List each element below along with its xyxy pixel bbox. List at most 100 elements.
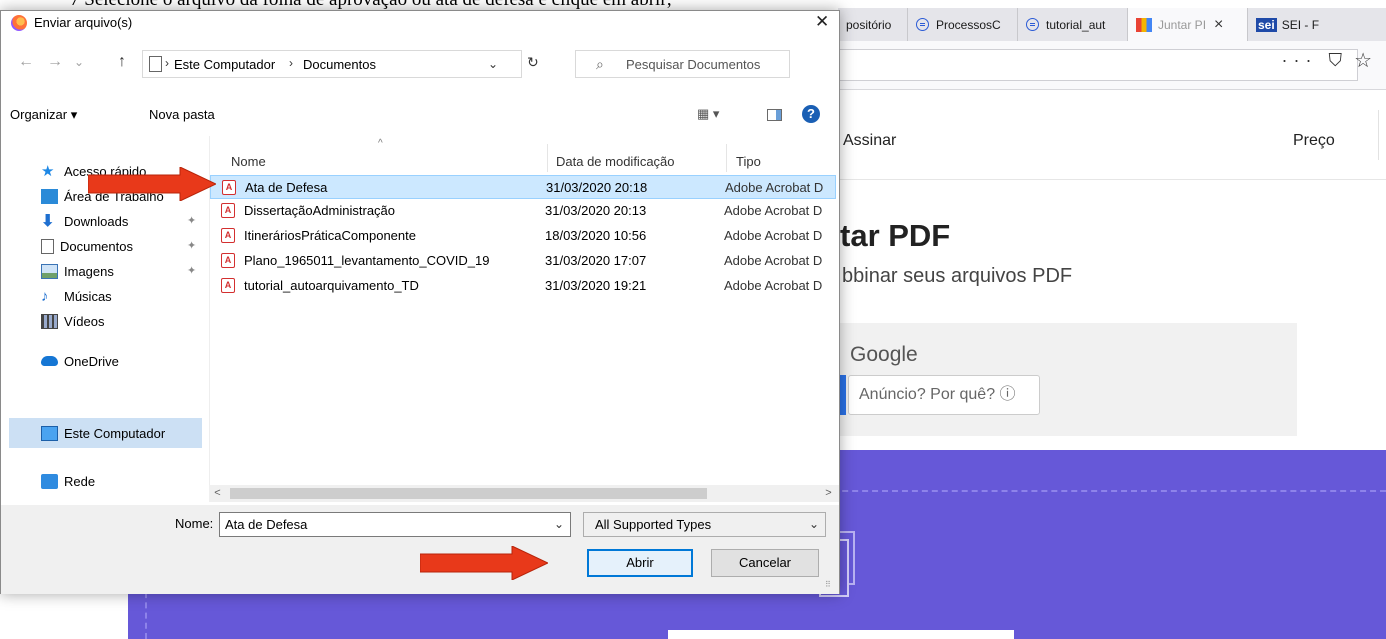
red-arrow-icon [420, 546, 548, 580]
url-field[interactable] [838, 49, 1358, 81]
desktop-icon [41, 188, 58, 204]
back-arrow-icon[interactable]: ← [18, 53, 34, 71]
column-header-type[interactable]: Tipo [736, 154, 761, 169]
dialog-toolbar: Organizar ▾ Nova pasta ▦ ▾ ? [1, 101, 839, 129]
browser-tab-bar: positório ProcessosC tutorial_aut Juntar… [838, 8, 1386, 41]
upload-button-edge[interactable] [668, 630, 1014, 639]
cancel-button[interactable]: Cancelar [711, 549, 819, 577]
breadcrumb[interactable]: › Este Computador › Documentos ⌄ [142, 50, 522, 78]
pin-icon[interactable]: ✦ [187, 214, 196, 227]
file-type: Adobe Acrobat D [724, 253, 823, 268]
site-navbar: Assinar Preço [838, 90, 1386, 180]
column-divider[interactable] [547, 144, 548, 172]
column-header-name[interactable]: Nome [231, 154, 266, 169]
file-list: ^ Nome Data de modificação Tipo A Ata de… [209, 136, 839, 486]
sidebar-item-label: OneDrive [64, 353, 119, 369]
file-row[interactable]: A DissertaçãoAdministração 31/03/2020 20… [210, 199, 836, 223]
sidebar-item-imagens[interactable]: Imagens [41, 260, 114, 282]
file-name: Ata de Defesa [245, 180, 328, 195]
filename-input[interactable]: Ata de Defesa ⌄ [219, 512, 571, 537]
bookmark-star-icon[interactable]: ☆ [1354, 48, 1372, 73]
sidebar-item-downloads[interactable]: ⬇ Downloads [41, 210, 128, 232]
scroll-left-icon[interactable]: < [209, 485, 226, 502]
tab-close-icon[interactable]: × [1214, 16, 1223, 34]
organize-menu-button[interactable]: Organizar ▾ [10, 107, 77, 123]
chevron-down-icon[interactable]: ⌄ [488, 57, 498, 71]
ad-why-button[interactable]: Anúncio? Por quê? ⓘ [848, 375, 1040, 415]
file-type: Adobe Acrobat D [725, 180, 824, 195]
browser-toolbar: ··· ⛉ ☆ [838, 41, 1386, 90]
sidebar-item-videos[interactable]: Vídeos [41, 310, 104, 332]
tab-repositorio[interactable]: positório [838, 8, 908, 41]
pdf-file-icon: A [221, 203, 235, 218]
open-button[interactable]: Abrir [587, 549, 693, 577]
file-row[interactable]: A tutorial_autoarquivamento_TD 31/03/202… [210, 274, 836, 298]
recent-locations-icon[interactable]: ⌄ [74, 55, 84, 69]
breadcrumb-documentos[interactable]: Documentos [303, 57, 376, 72]
file-date: 18/03/2020 10:56 [545, 228, 647, 243]
tab-favicon-icon [916, 18, 929, 31]
scroll-right-icon[interactable]: > [820, 485, 837, 502]
sidebar-item-onedrive[interactable]: OneDrive [41, 350, 119, 372]
filetype-value: All Supported Types [595, 517, 712, 532]
new-folder-button[interactable]: Nova pasta [149, 107, 215, 122]
help-icon[interactable]: ? [802, 105, 820, 123]
tab-label: SEI - F [1281, 17, 1320, 32]
file-name: DissertaçãoAdministração [244, 203, 396, 218]
tab-label: ProcessosC [936, 17, 1001, 32]
chevron-down-icon[interactable]: ⌄ [554, 513, 564, 536]
up-folder-icon[interactable]: ↑ [118, 53, 126, 71]
file-row[interactable]: A Ata de Defesa 31/03/2020 20:18 Adobe A… [210, 175, 836, 199]
dialog-close-button[interactable]: ✕ [815, 12, 829, 32]
view-options-icon[interactable]: ▦ ▾ [697, 106, 719, 122]
pdf-file-icon: A [221, 253, 235, 268]
tab-processos[interactable]: ProcessosC [908, 8, 1018, 41]
document-icon [41, 238, 54, 254]
ad-brand: Google [850, 343, 918, 366]
cloud-icon [41, 356, 58, 366]
sidebar-item-musicas[interactable]: ♪ Músicas [41, 285, 112, 307]
breadcrumb-este-computador[interactable]: Este Computador [174, 57, 275, 72]
nav-link-assinar[interactable]: Assinar [843, 132, 896, 150]
nav-link-preco[interactable]: Preço [1293, 132, 1335, 150]
sidebar-item-rede[interactable]: Rede [41, 470, 95, 492]
filename-label: Nome: [175, 516, 214, 531]
horizontal-scrollbar[interactable]: < > [209, 485, 839, 502]
tab-tutorial[interactable]: tutorial_aut [1018, 8, 1128, 41]
tab-juntar-pdf[interactable]: Juntar PI × [1128, 8, 1248, 41]
file-type: Adobe Acrobat D [724, 278, 823, 293]
sidebar-item-este-computador[interactable]: Este Computador [41, 422, 165, 444]
open-file-dialog: Enviar arquivo(s) ✕ ← → ⌄ ↑ › Este Compu… [0, 10, 840, 594]
pin-icon[interactable]: ✦ [187, 239, 196, 252]
scroll-thumb[interactable] [230, 488, 707, 499]
file-date: 31/03/2020 19:21 [545, 278, 647, 293]
computer-icon [41, 425, 58, 441]
file-date: 31/03/2020 20:13 [545, 203, 647, 218]
chevron-down-icon[interactable]: ⌄ [809, 513, 819, 536]
pin-icon[interactable]: ✦ [187, 264, 196, 277]
sidebar-item-documentos[interactable]: Documentos [41, 235, 133, 257]
sidebar-item-label: Downloads [64, 213, 129, 229]
column-header-date[interactable]: Data de modificação [556, 154, 675, 169]
file-name: Plano_1965011_levantamento_COVID_19 [244, 253, 490, 268]
refresh-icon[interactable]: ↻ [527, 54, 539, 71]
tab-sei[interactable]: sei SEI - F [1248, 8, 1386, 41]
preview-pane-icon[interactable] [767, 109, 782, 121]
column-divider[interactable] [726, 144, 727, 172]
forward-arrow-icon[interactable]: → [47, 53, 63, 71]
pdf-file-icon: A [222, 180, 236, 195]
resize-grip-icon[interactable]: ⠿ [825, 580, 831, 589]
search-input[interactable]: ⌕ Pesquisar Documentos [575, 50, 790, 78]
page-actions-icon[interactable]: ··· ⛉ [1282, 50, 1348, 71]
ilovepdf-favicon-icon [1136, 17, 1152, 32]
sidebar-item-label: Músicas [64, 288, 112, 304]
breadcrumb-separator: › [289, 56, 293, 70]
tab-label: tutorial_aut [1046, 17, 1106, 32]
sidebar-item-label: Rede [64, 473, 96, 489]
file-row[interactable]: A Plano_1965011_levantamento_COVID_19 31… [210, 249, 836, 273]
network-icon [41, 473, 58, 489]
file-row[interactable]: A ItineráriosPráticaComponente 18/03/202… [210, 224, 836, 248]
filetype-select[interactable]: All Supported Types ⌄ [583, 512, 826, 537]
file-type: Adobe Acrobat D [724, 203, 823, 218]
breadcrumb-separator: › [165, 56, 169, 70]
